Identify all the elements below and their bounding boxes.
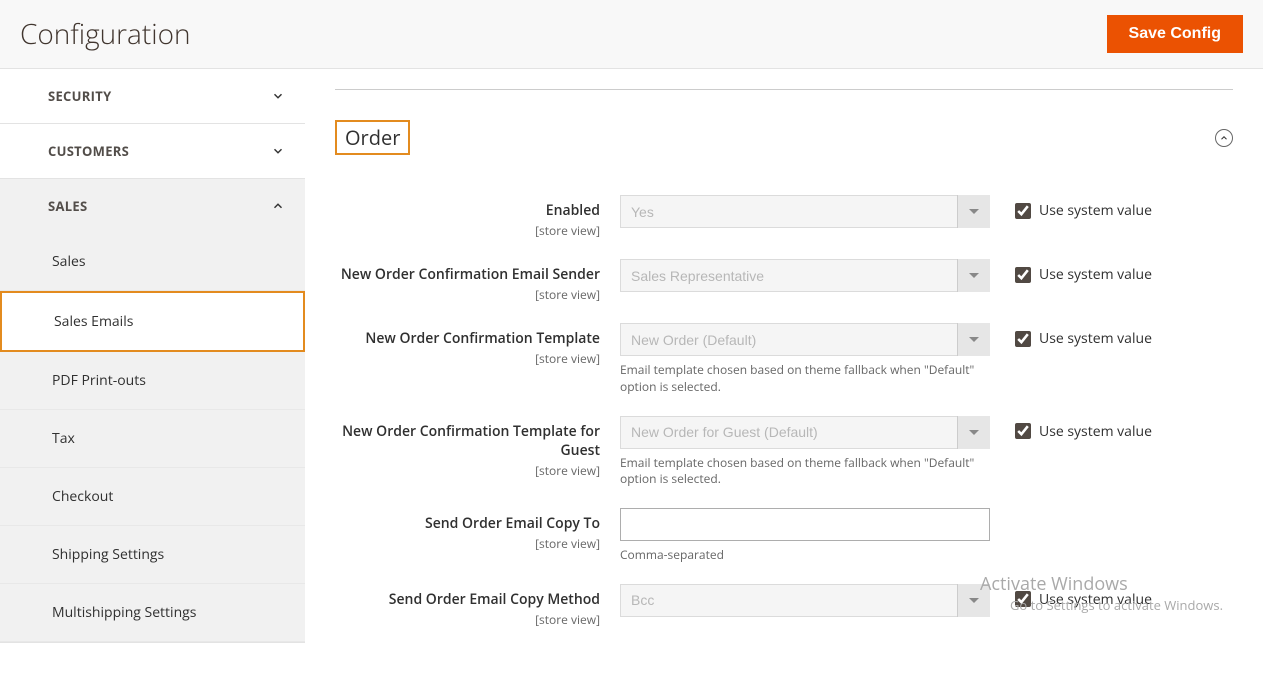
help-text: Comma-separated xyxy=(620,547,990,564)
sender-select[interactable]: Sales Representative xyxy=(620,259,990,292)
field-label: New Order Confirmation Email Sender xyxy=(341,265,600,284)
help-text: Email template chosen based on theme fal… xyxy=(620,362,990,396)
chevron-down-icon xyxy=(271,89,285,103)
copy-to-input[interactable] xyxy=(620,508,990,541)
use-system-label: Use system value xyxy=(1039,422,1152,441)
main-content: Order Enabled [store view] Yes Use syste… xyxy=(305,69,1263,678)
scope-label: [store view] xyxy=(335,222,600,239)
header-bar: Configuration Save Config xyxy=(0,0,1263,69)
field-row-enabled: Enabled [store view] Yes Use system valu… xyxy=(335,195,1233,239)
chevron-up-icon xyxy=(271,199,285,213)
page-title: Configuration xyxy=(20,15,191,53)
sidebar-section-label: CUSTOMERS xyxy=(48,142,129,160)
field-row-template-guest: New Order Confirmation Template for Gues… xyxy=(335,416,1233,489)
use-system-label: Use system value xyxy=(1039,265,1152,284)
sidebar-item-shipping-settings[interactable]: Shipping Settings xyxy=(0,526,305,584)
field-label: New Order Confirmation Template xyxy=(365,329,600,348)
field-label: Enabled xyxy=(546,201,600,220)
collapse-section-icon[interactable] xyxy=(1215,129,1233,147)
sidebar-item-sales[interactable]: Sales xyxy=(0,233,305,291)
sidebar-section-sales[interactable]: SALES xyxy=(0,179,305,233)
use-system-checkbox-template[interactable] xyxy=(1015,331,1031,347)
scope-label: [store view] xyxy=(335,462,600,479)
scope-label: [store view] xyxy=(335,611,600,628)
field-label: Send Order Email Copy To xyxy=(425,514,600,533)
sidebar-section-label: SECURITY xyxy=(48,87,111,105)
section-title-order[interactable]: Order xyxy=(335,120,410,155)
sidebar-section-label: SALES xyxy=(48,197,87,215)
divider xyxy=(335,89,1233,90)
sidebar-item-checkout[interactable]: Checkout xyxy=(0,468,305,526)
use-system-label: Use system value xyxy=(1039,590,1152,609)
use-system-label: Use system value xyxy=(1039,201,1152,220)
scope-label: [store view] xyxy=(335,350,600,367)
sidebar-section-customers[interactable]: CUSTOMERS xyxy=(0,124,305,178)
chevron-down-icon xyxy=(271,144,285,158)
use-system-checkbox-template-guest[interactable] xyxy=(1015,423,1031,439)
scope-label: [store view] xyxy=(335,286,600,303)
help-text: Email template chosen based on theme fal… xyxy=(620,455,990,489)
sidebar-item-tax[interactable]: Tax xyxy=(0,410,305,468)
use-system-checkbox-enabled[interactable] xyxy=(1015,203,1031,219)
template-guest-select[interactable]: New Order for Guest (Default) xyxy=(620,416,990,449)
sidebar: SECURITY CUSTOMERS SALES Sales Sales Ema… xyxy=(0,69,305,678)
sidebar-section-security[interactable]: SECURITY xyxy=(0,69,305,123)
use-system-label: Use system value xyxy=(1039,329,1152,348)
scope-label: [store view] xyxy=(335,535,600,552)
field-row-template: New Order Confirmation Template [store v… xyxy=(335,323,1233,396)
sidebar-item-sales-emails[interactable]: Sales Emails xyxy=(0,291,305,352)
use-system-checkbox-copy-method[interactable] xyxy=(1015,591,1031,607)
sidebar-item-multishipping-settings[interactable]: Multishipping Settings xyxy=(0,584,305,642)
field-row-copy-to: Send Order Email Copy To [store view] Co… xyxy=(335,508,1233,564)
field-label: Send Order Email Copy Method xyxy=(389,590,600,609)
template-select[interactable]: New Order (Default) xyxy=(620,323,990,356)
copy-method-select[interactable]: Bcc xyxy=(620,584,990,617)
field-row-sender: New Order Confirmation Email Sender [sto… xyxy=(335,259,1233,303)
use-system-checkbox-sender[interactable] xyxy=(1015,267,1031,283)
field-row-copy-method: Send Order Email Copy Method [store view… xyxy=(335,584,1233,628)
field-label: New Order Confirmation Template for Gues… xyxy=(342,422,600,460)
sidebar-item-pdf-printouts[interactable]: PDF Print-outs xyxy=(0,352,305,410)
enabled-select[interactable]: Yes xyxy=(620,195,990,228)
save-config-button[interactable]: Save Config xyxy=(1107,15,1243,53)
